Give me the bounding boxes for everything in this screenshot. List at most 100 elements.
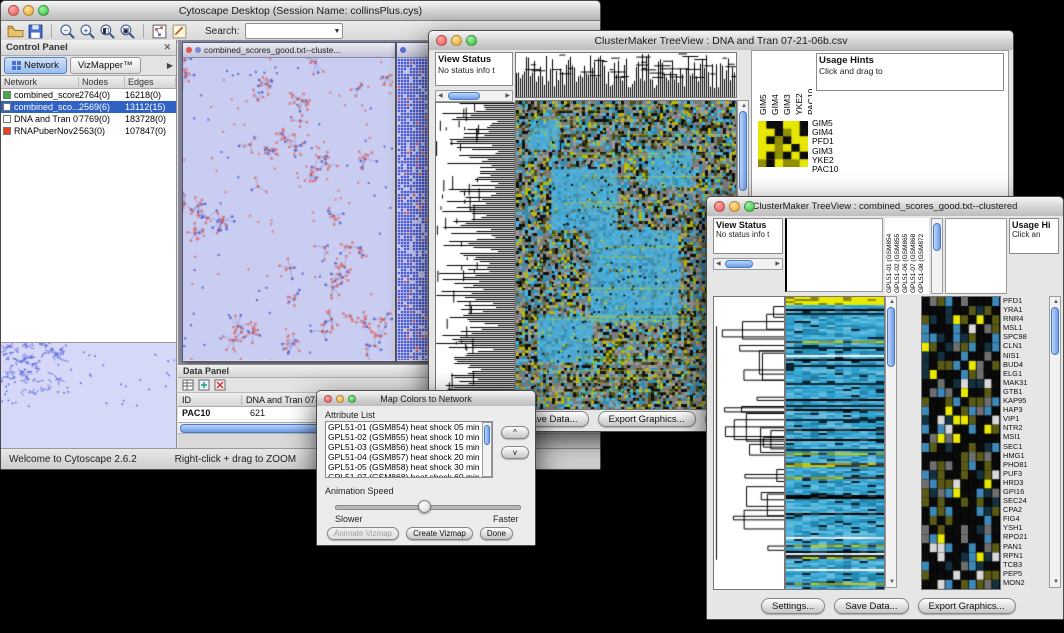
save-data-button[interactable]: Save Data... xyxy=(834,598,908,614)
gene-label[interactable]: RPN1 xyxy=(1003,551,1047,560)
attribute-list-item[interactable]: GPL51-02 (GSM855) heat shock 10 min xyxy=(326,432,482,442)
zoom-column-label[interactable]: YKE2 xyxy=(794,53,804,115)
attribute-create-icon[interactable] xyxy=(198,379,210,391)
status-hscrollbar[interactable]: ◀▶ xyxy=(435,90,513,102)
tab-network[interactable]: Network xyxy=(4,57,67,74)
zoom-column-label[interactable]: GIM4 xyxy=(770,53,780,115)
network-overview-canvas[interactable] xyxy=(1,343,175,449)
zoom-window-icon[interactable] xyxy=(744,201,755,212)
gene-label[interactable]: ELG1 xyxy=(1003,369,1047,378)
gene-label[interactable]: PAN1 xyxy=(1003,542,1047,551)
gene-label[interactable]: RPO21 xyxy=(1003,532,1047,541)
gene-label[interactable]: SPC98 xyxy=(1003,332,1047,341)
slider-knob[interactable] xyxy=(418,500,431,513)
zoom-column-label[interactable]: GIM5 xyxy=(758,53,768,115)
network-view-titlebar[interactable]: combined_scores_good.txt--cluste... xyxy=(183,43,395,58)
network-table-row[interactable]: RNAPuberNov2+563(0)107847(0) xyxy=(1,125,176,137)
network-canvas[interactable] xyxy=(183,58,393,360)
export-graphics-button[interactable]: Export Graphics... xyxy=(598,411,696,427)
minimize-icon[interactable] xyxy=(451,35,462,46)
gene-label[interactable]: YSH1 xyxy=(1003,523,1047,532)
gene-label[interactable]: YRA1 xyxy=(1003,305,1047,314)
gene-label[interactable]: RNR4 xyxy=(1003,314,1047,323)
network-table-row[interactable]: combined_scores2764(0)16218(0) xyxy=(1,89,176,101)
cytoscape-titlebar[interactable]: Cytoscape Desktop (Session Name: collins… xyxy=(1,1,600,21)
close-icon[interactable] xyxy=(8,5,19,16)
attribute-list-item[interactable]: GPL51-07 (GSM868) heat shock 60 min xyxy=(326,472,482,478)
zoom-window-icon[interactable] xyxy=(348,395,356,403)
settings-button[interactable]: Settings... xyxy=(761,598,825,614)
close-icon[interactable] xyxy=(324,395,332,403)
done-button[interactable]: Done xyxy=(480,527,513,540)
attribute-list-item[interactable]: GPL51-05 (GSM858) heat shock 30 min xyxy=(326,462,482,472)
minimize-icon[interactable] xyxy=(336,395,344,403)
dna-column-dendrogram[interactable] xyxy=(516,53,736,97)
zoom-column-label[interactable]: GPL51-01 (GSM854 xyxy=(886,219,893,293)
gene-label[interactable]: PEP5 xyxy=(1003,569,1047,578)
gene-label[interactable]: HAP3 xyxy=(1003,405,1047,414)
zoom-out-icon[interactable]: − xyxy=(59,23,76,40)
gene-vscrollbar[interactable]: ▲▼ xyxy=(1049,296,1061,588)
child-restore-icon[interactable] xyxy=(195,47,201,53)
zoom-row-label[interactable]: PAC10 xyxy=(812,165,858,174)
gene-label[interactable]: CPA2 xyxy=(1003,505,1047,514)
close-icon[interactable] xyxy=(436,35,447,46)
open-session-icon[interactable] xyxy=(7,23,24,40)
search-input[interactable]: ▼ xyxy=(245,23,343,39)
attribute-list[interactable]: GPL51-01 (GSM854) heat shock 05 minGPL51… xyxy=(325,421,493,478)
combined-row-dendrogram[interactable] xyxy=(714,297,784,589)
zoom-column-label[interactable]: GPL51-07 (GSM868 xyxy=(910,219,917,293)
minimize-icon[interactable] xyxy=(729,201,740,212)
gene-label[interactable]: GTB1 xyxy=(1003,387,1047,396)
attribute-list-item[interactable]: GPL51-04 (GSM857) heat shock 20 min xyxy=(326,452,482,462)
attribute-list-scrollbar[interactable] xyxy=(482,422,492,477)
gene-label[interactable]: BUD4 xyxy=(1003,360,1047,369)
dna-zoom-matrix[interactable] xyxy=(758,121,808,167)
dna-heatmap[interactable] xyxy=(516,101,736,409)
move-up-button[interactable]: ^ xyxy=(501,426,529,439)
zoom-column-label[interactable]: GPL51-02 (GSM855 xyxy=(894,219,901,293)
zoom-in-icon[interactable]: + xyxy=(79,23,96,40)
attribute-list-item[interactable]: GPL51-01 (GSM854) heat shock 05 min xyxy=(326,422,482,432)
tab-vizmapper[interactable]: VizMapper™ xyxy=(70,57,141,74)
attribute-list-item[interactable]: GPL51-03 (GSM856) heat shock 15 min xyxy=(326,442,482,452)
gene-label[interactable]: CLN1 xyxy=(1003,341,1047,350)
gene-label[interactable]: PHO81 xyxy=(1003,460,1047,469)
export-graphics-button[interactable]: Export Graphics... xyxy=(918,598,1016,614)
zoom-column-label[interactable]: GIM3 xyxy=(782,53,792,115)
dna-row-dendrogram[interactable] xyxy=(436,103,514,409)
gene-label[interactable]: FIG4 xyxy=(1003,514,1047,523)
zoom-selected-icon[interactable]: ◧ xyxy=(99,23,116,40)
create-vizmap-button[interactable]: Create Vizmap xyxy=(406,527,473,540)
gene-label[interactable]: TCB3 xyxy=(1003,560,1047,569)
gene-label[interactable]: KAP95 xyxy=(1003,396,1047,405)
treeview-combined-titlebar[interactable]: ClusterMaker TreeView : combined_scores_… xyxy=(707,197,1063,217)
zoom-window-icon[interactable] xyxy=(38,5,49,16)
attribute-select-icon[interactable] xyxy=(182,379,194,391)
gene-label[interactable]: NIS1 xyxy=(1003,351,1047,360)
dialog-titlebar[interactable]: Map Colors to Network xyxy=(317,391,535,407)
attribute-delete-icon[interactable] xyxy=(214,379,226,391)
save-session-icon[interactable] xyxy=(27,23,44,40)
zoom-fit-icon[interactable]: ▣ xyxy=(119,23,136,40)
gene-label[interactable]: GPI16 xyxy=(1003,487,1047,496)
network-overview-icon[interactable] xyxy=(151,23,168,40)
close-icon[interactable] xyxy=(714,201,725,212)
minimize-icon[interactable] xyxy=(23,5,34,16)
zoom-column-label[interactable]: GPL51-06 (GSM865 xyxy=(902,219,909,293)
heatmap-vscrollbar[interactable]: ▲▼ xyxy=(885,296,897,588)
gene-label[interactable]: MAK31 xyxy=(1003,378,1047,387)
gene-label[interactable]: MSL1 xyxy=(1003,323,1047,332)
gene-label[interactable]: MON2 xyxy=(1003,578,1047,587)
column-dendrogram-area[interactable] xyxy=(785,218,883,292)
gene-label[interactable]: PUF3 xyxy=(1003,469,1047,478)
child-close-icon[interactable] xyxy=(186,47,192,53)
gene-label[interactable]: VIP1 xyxy=(1003,414,1047,423)
treeview-dna-titlebar[interactable]: ClusterMaker TreeView : DNA and Tran 07-… xyxy=(429,31,1013,51)
gene-label[interactable]: HRD3 xyxy=(1003,478,1047,487)
network-table-row[interactable]: DNA and Tran 077769(0)183728(0) xyxy=(1,113,176,125)
gene-label[interactable]: NTR2 xyxy=(1003,423,1047,432)
move-down-button[interactable]: v xyxy=(501,446,529,459)
network-table-row[interactable]: combined_sco...2569(6)13112(15) xyxy=(1,101,176,113)
gene-label[interactable]: MSI1 xyxy=(1003,432,1047,441)
